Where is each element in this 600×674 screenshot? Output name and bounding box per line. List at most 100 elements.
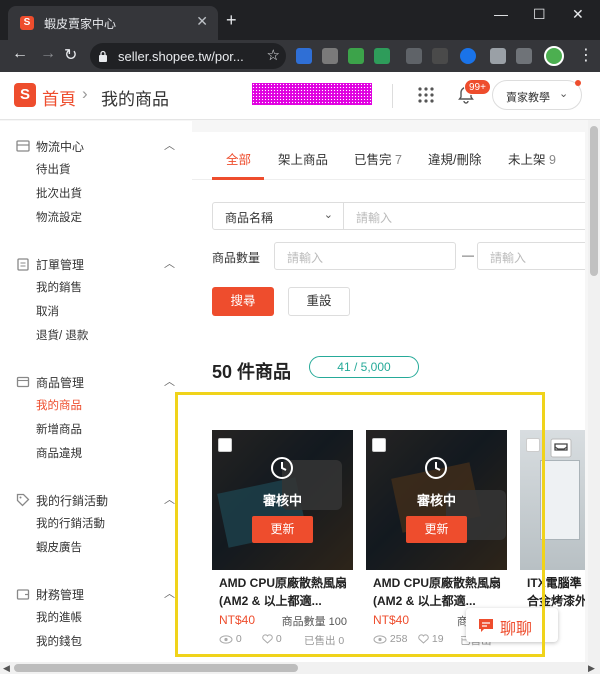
tab-unlisted[interactable]: 未上架 9 bbox=[508, 149, 556, 168]
chevron-up-icon: ︿ bbox=[164, 588, 175, 600]
tab-live[interactable]: 架上商品 bbox=[278, 149, 328, 168]
browser-tab[interactable]: S 蝦皮賣家中心 ✕ bbox=[8, 6, 218, 40]
horizontal-scroll-thumb[interactable] bbox=[14, 664, 298, 672]
product-checkbox[interactable] bbox=[372, 438, 386, 452]
shopee-logo-icon[interactable]: S bbox=[14, 83, 36, 107]
back-arrow-icon[interactable]: ← bbox=[12, 45, 28, 63]
breadcrumb-current: 我的商品 bbox=[101, 90, 169, 109]
more-vert-icon[interactable]: ⋮ bbox=[578, 45, 594, 65]
seller-education-button[interactable]: 賣家教學 ⌄ bbox=[492, 80, 582, 110]
puzzle-extensions-icon[interactable] bbox=[490, 48, 506, 64]
extension-icon[interactable] bbox=[406, 48, 422, 64]
scroll-right-arrow-icon[interactable]: ▶ bbox=[588, 663, 595, 674]
sidebar-item-my-products[interactable]: 我的商品 bbox=[36, 397, 82, 413]
reload-icon[interactable]: ↻ bbox=[64, 45, 77, 65]
sidebar-section-header[interactable]: 商品管理 ︿ bbox=[16, 373, 186, 393]
sidebar-section-header[interactable]: 訂單管理 ︿ bbox=[16, 255, 186, 275]
vertical-scrollbar[interactable] bbox=[588, 120, 600, 662]
profile-avatar[interactable] bbox=[544, 46, 564, 66]
quantity-label: 商品數量 bbox=[212, 251, 261, 265]
keyword-input[interactable]: 請輸入 bbox=[343, 202, 585, 230]
sidebar-item[interactable]: 批次出貨 bbox=[36, 185, 82, 201]
tab-all[interactable]: 全部 bbox=[226, 149, 251, 168]
chevron-up-icon: ︿ bbox=[164, 376, 175, 388]
sidebar-item[interactable]: 商品違規 bbox=[36, 445, 82, 461]
chat-button[interactable]: 聊聊 bbox=[466, 608, 558, 642]
playlist-icon[interactable] bbox=[516, 48, 532, 64]
update-button[interactable]: 更新 bbox=[252, 516, 313, 543]
sidebar-section-title: 訂單管理 bbox=[36, 258, 85, 272]
update-button[interactable]: 更新 bbox=[406, 516, 467, 543]
heart-icon bbox=[262, 634, 273, 644]
chevron-down-icon: ⌄ bbox=[323, 209, 333, 221]
sidebar-section-title: 物流中心 bbox=[36, 140, 85, 154]
lock-icon bbox=[99, 50, 107, 62]
product-name[interactable]: AMD CPU原廠散熱風扇 (AM2 & 以上都適... bbox=[219, 574, 349, 610]
horizontal-scrollbar[interactable]: ◀ ▶ bbox=[0, 662, 600, 674]
url-text: seller.shopee.tw/por... bbox=[118, 49, 244, 64]
sidebar-item[interactable]: 蝦皮廣告 bbox=[36, 539, 82, 555]
wallet-icon bbox=[16, 589, 30, 600]
apps-grid-icon[interactable] bbox=[418, 87, 434, 103]
forward-arrow-icon[interactable]: → bbox=[40, 45, 56, 63]
window-close-icon[interactable]: ✕ bbox=[572, 6, 584, 23]
extension-icon[interactable] bbox=[432, 48, 448, 64]
product-checkbox[interactable] bbox=[526, 438, 540, 452]
message-inbox-icon[interactable] bbox=[550, 438, 572, 458]
address-bar[interactable]: seller.shopee.tw/por... ☆ bbox=[90, 43, 286, 69]
close-icon[interactable]: ✕ bbox=[196, 13, 208, 30]
sidebar-item[interactable]: 我的行銷活動 bbox=[36, 515, 105, 531]
maximize-icon[interactable]: ☐ bbox=[533, 6, 546, 23]
product-card[interactable]: 審核中 更新 AMD CPU原廠散熱風扇 (AM2 & 以上都適... NT$4… bbox=[212, 430, 353, 662]
product-name-line2: 合金烤漆外 bbox=[527, 594, 585, 608]
status-under-review: 審核中 bbox=[416, 493, 456, 508]
quantity-max-input[interactable]: 請輸入 bbox=[477, 242, 585, 270]
sidebar-item[interactable]: 我的進帳 bbox=[36, 609, 82, 625]
tab-violation-deleted[interactable]: 違規/刪除 bbox=[428, 149, 481, 168]
bookmark-star-icon[interactable]: ☆ bbox=[267, 46, 280, 64]
quantity-min-input[interactable]: 請輸入 bbox=[274, 242, 456, 270]
vertical-scroll-thumb[interactable] bbox=[590, 126, 598, 276]
likes-stat: 0 bbox=[262, 633, 282, 645]
extension-icon[interactable] bbox=[348, 48, 364, 64]
product-checkbox[interactable] bbox=[218, 438, 232, 452]
heart-icon bbox=[418, 634, 429, 644]
scroll-left-arrow-icon[interactable]: ◀ bbox=[3, 663, 10, 674]
sidebar-section-header[interactable]: 我的行銷活動 ︿ bbox=[16, 491, 186, 511]
minimize-icon[interactable]: — bbox=[494, 6, 508, 22]
seller-header: S 首頁 › 我的商品 99+ 賣家教學 ⌄ bbox=[0, 72, 600, 120]
chevron-down-icon: ⌄ bbox=[559, 88, 569, 100]
tab-sold-out[interactable]: 已售完 7 bbox=[354, 149, 402, 168]
likes-stat: 19 bbox=[418, 633, 444, 645]
sidebar-section-header[interactable]: 物流中心 ︿ bbox=[16, 137, 186, 157]
product-price: NT$40 bbox=[373, 613, 410, 627]
clipboard-icon bbox=[17, 258, 29, 271]
product-name[interactable]: ITX電腦準 bbox=[527, 574, 585, 592]
extension-icon[interactable] bbox=[296, 48, 312, 64]
sidebar-item[interactable]: 我的銷售 bbox=[36, 279, 82, 295]
eye-icon bbox=[219, 635, 233, 644]
new-tab-plus-icon[interactable]: + bbox=[226, 10, 237, 31]
sidebar-item[interactable]: 新增商品 bbox=[36, 421, 82, 437]
sidebar-item[interactable]: 取消 bbox=[36, 303, 59, 319]
extension-icon[interactable] bbox=[322, 48, 338, 64]
extension-icon[interactable] bbox=[460, 48, 476, 64]
product-count: 50 件商品 bbox=[212, 362, 292, 382]
sidebar-item[interactable]: 退貨/ 退款 bbox=[36, 327, 88, 343]
notification-badge: 99+ bbox=[464, 79, 491, 95]
sidebar-item[interactable]: 待出貨 bbox=[36, 161, 71, 177]
sidebar-item[interactable]: 物流設定 bbox=[36, 209, 82, 225]
red-dot-indicator bbox=[575, 80, 581, 86]
extension-icon[interactable] bbox=[374, 48, 390, 64]
status-under-review: 審核中 bbox=[262, 493, 302, 508]
reset-button[interactable]: 重設 bbox=[288, 287, 350, 316]
search-button[interactable]: 搜尋 bbox=[212, 287, 274, 316]
header-divider bbox=[392, 84, 393, 108]
sidebar-item[interactable]: 我的錢包 bbox=[36, 633, 82, 649]
product-name[interactable]: AMD CPU原廠散熱風扇 (AM2 & 以上都適... bbox=[373, 574, 503, 610]
sidebar-section-header[interactable]: 財務管理 ︿ bbox=[16, 585, 186, 605]
breadcrumb-home[interactable]: 首頁 bbox=[42, 85, 76, 110]
search-field-select[interactable]: 商品名稱 ⌄ bbox=[212, 202, 344, 230]
chat-bubble-icon bbox=[479, 619, 493, 632]
breadcrumb-separator: › bbox=[82, 84, 88, 103]
